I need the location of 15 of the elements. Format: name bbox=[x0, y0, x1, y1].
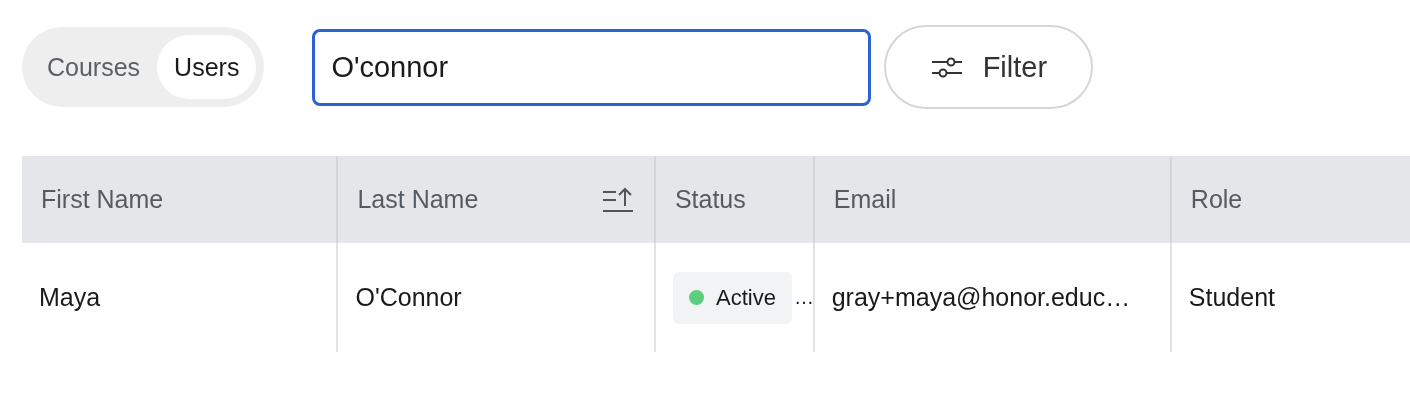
column-header[interactable]: Last Name bbox=[338, 156, 656, 243]
table-cell: Student bbox=[1188, 283, 1276, 312]
table-cell: gray+maya@honor.educ… bbox=[831, 283, 1131, 312]
column-header[interactable]: Role bbox=[1171, 156, 1410, 243]
column-header[interactable]: First Name bbox=[22, 156, 339, 243]
column-header[interactable]: Status bbox=[655, 156, 815, 243]
status-badge: Active bbox=[672, 271, 792, 324]
table-cell: Maya bbox=[39, 283, 101, 312]
tab[interactable]: Courses bbox=[30, 35, 158, 99]
table-cell: O'Connor bbox=[355, 283, 462, 312]
tab[interactable]: Users bbox=[157, 35, 257, 99]
column-header[interactable]: Email bbox=[814, 156, 1172, 243]
overflow-ellipsis: … bbox=[793, 286, 813, 309]
filter-button[interactable]: Filter bbox=[884, 25, 1094, 109]
search-field[interactable]: O'connor bbox=[312, 28, 872, 106]
